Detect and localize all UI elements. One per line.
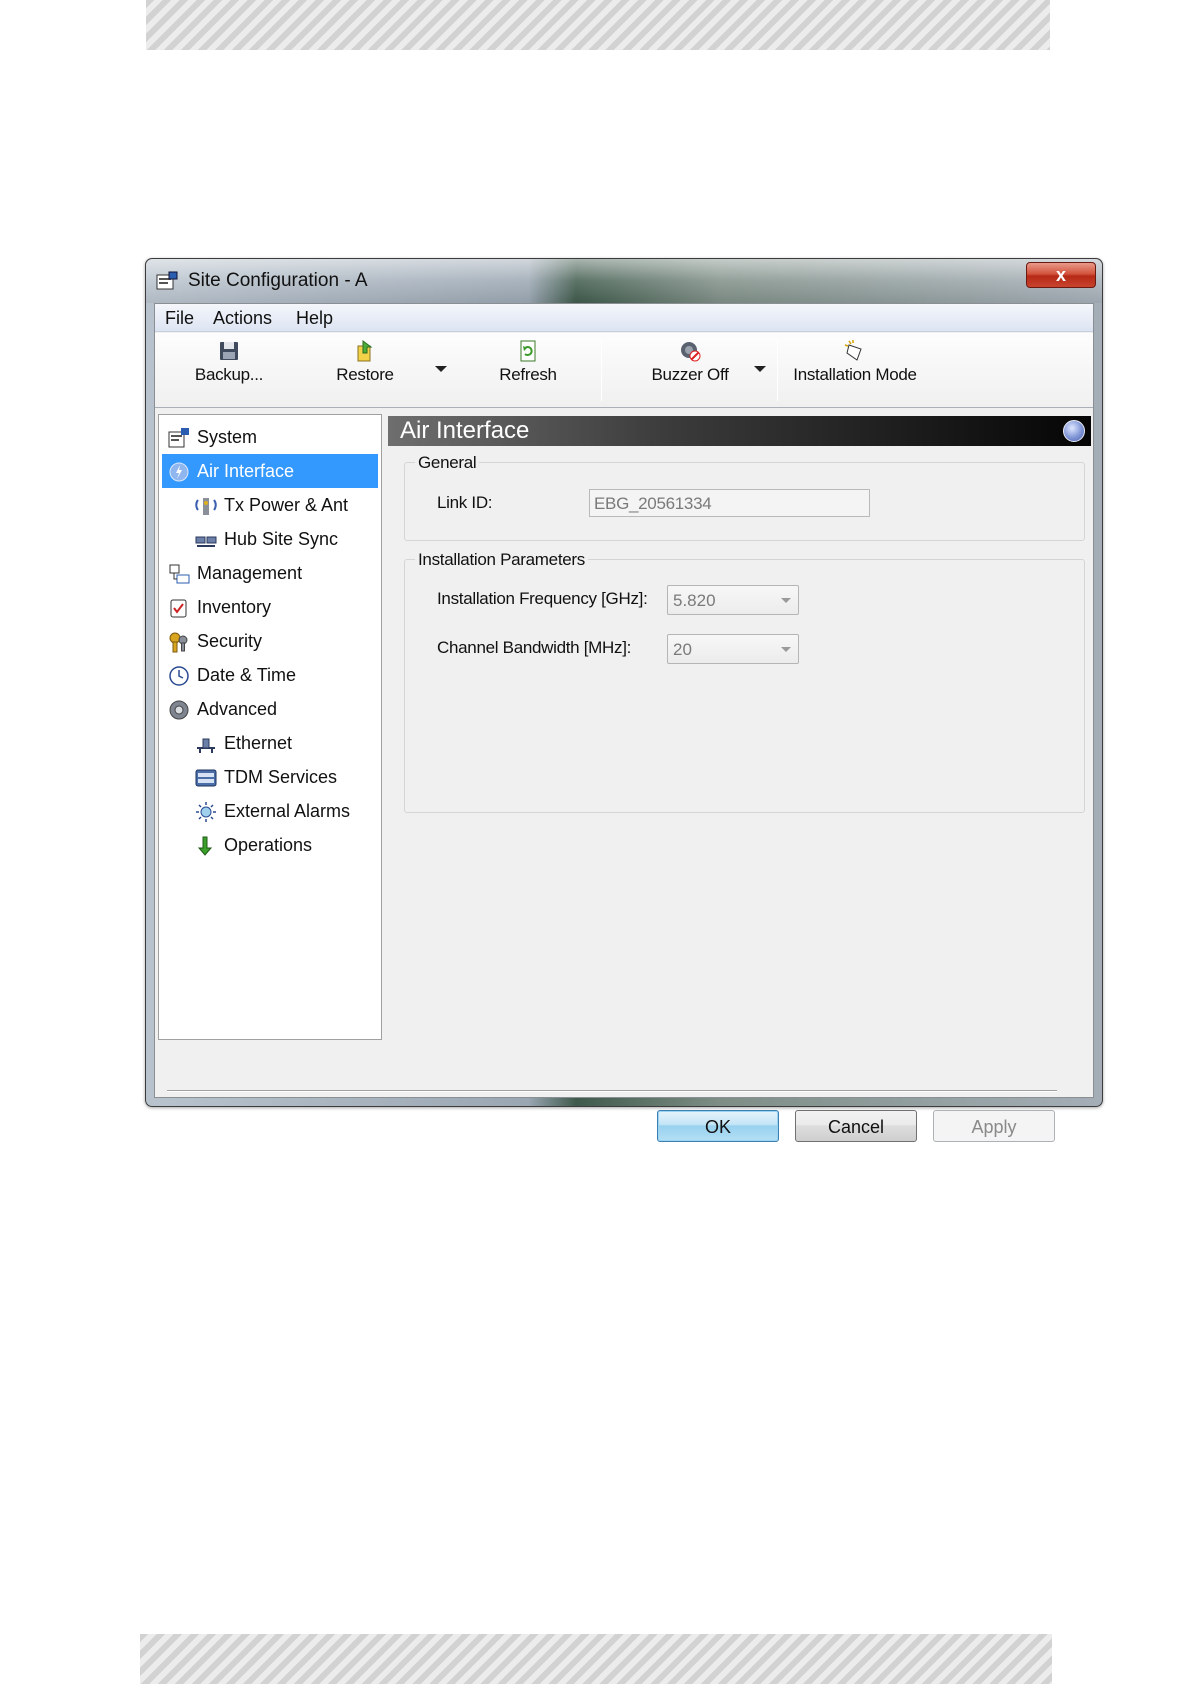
panel-title: Air Interface bbox=[400, 417, 530, 444]
link-id-field[interactable]: EBG_20561334 bbox=[589, 489, 870, 517]
air-interface-icon bbox=[169, 462, 189, 482]
menu-actions[interactable]: Actions bbox=[213, 308, 272, 329]
ok-button[interactable]: OK bbox=[657, 1110, 779, 1142]
sidebar-item-label: Inventory bbox=[197, 597, 272, 617]
restore-icon bbox=[357, 340, 373, 362]
buzzer-off-button[interactable]: Buzzer Off bbox=[645, 339, 735, 385]
tx-power-icon bbox=[195, 498, 217, 515]
installation-mode-icon bbox=[844, 340, 862, 361]
sidebar-item-label: System bbox=[197, 427, 258, 447]
toolbar-separator-2 bbox=[777, 339, 778, 401]
restore-dropdown-arrow[interactable] bbox=[435, 366, 447, 372]
sidebar-item-tdm-services[interactable]: TDM Services bbox=[162, 760, 378, 794]
channel-bandwidth-value: 20 bbox=[673, 640, 692, 659]
cancel-button[interactable]: Cancel bbox=[795, 1110, 917, 1142]
sidebar-item-ethernet[interactable]: Ethernet bbox=[162, 726, 378, 760]
installation-frequency-label: Installation Frequency [GHz]: bbox=[437, 589, 648, 608]
channel-bandwidth-select[interactable]: 20 bbox=[667, 634, 799, 664]
sidebar-item-air-interface[interactable]: Air Interface bbox=[162, 454, 378, 488]
restore-button[interactable]: Restore bbox=[330, 339, 400, 385]
apply-button[interactable]: Apply bbox=[933, 1110, 1055, 1142]
sidebar-item-label: Operations bbox=[224, 835, 313, 855]
buzzer-off-label: Buzzer Off bbox=[651, 365, 729, 384]
sidebar-item-label: Management bbox=[197, 563, 303, 583]
ethernet-icon bbox=[197, 738, 215, 753]
title-bar[interactable]: Site Configuration - A x bbox=[146, 259, 1102, 303]
sidebar-item-date-time[interactable]: Date & Time bbox=[162, 658, 378, 692]
installation-mode-label: Installation Mode bbox=[793, 365, 917, 384]
sidebar-item-label: Date & Time bbox=[197, 665, 297, 685]
sidebar-item-hub-site-sync[interactable]: Hub Site Sync bbox=[162, 522, 378, 556]
bottom-separator bbox=[167, 1090, 1057, 1092]
sidebar-item-system[interactable]: System bbox=[162, 420, 378, 454]
installation-parameters-title: Installation Parameters bbox=[415, 550, 588, 570]
clock-icon bbox=[169, 666, 189, 686]
window-client-area: File Actions Help Backup... Restore Refr… bbox=[154, 303, 1094, 1142]
close-button[interactable]: x bbox=[1026, 262, 1096, 288]
general-group-title: General bbox=[415, 453, 480, 473]
window-title: Site Configuration - A bbox=[188, 270, 368, 291]
link-id-label: Link ID: bbox=[437, 493, 493, 512]
sidebar-item-operations[interactable]: Operations bbox=[162, 828, 378, 862]
buzzer-dropdown-arrow[interactable] bbox=[754, 366, 766, 372]
floppy-disk-icon bbox=[220, 342, 238, 360]
installation-frequency-value: 5.820 bbox=[673, 591, 716, 610]
hub-sync-icon bbox=[195, 536, 217, 547]
operations-icon bbox=[197, 836, 213, 856]
menu-bar: File Actions Help bbox=[155, 304, 1093, 332]
tdm-icon bbox=[195, 769, 217, 787]
restore-label: Restore bbox=[336, 365, 394, 384]
backup-label: Backup... bbox=[194, 365, 264, 384]
buzzer-off-icon bbox=[681, 342, 701, 362]
navigation-tree: System Air Interface Tx Power & Ant Hub … bbox=[158, 414, 382, 1040]
refresh-label: Refresh bbox=[499, 365, 557, 384]
inventory-icon bbox=[170, 599, 187, 618]
system-icon bbox=[168, 428, 189, 448]
installation-frequency-select[interactable]: 5.820 bbox=[667, 585, 799, 615]
sidebar-item-management[interactable]: Management bbox=[162, 556, 378, 590]
sidebar-item-label: Security bbox=[197, 631, 263, 651]
top-hatch-band bbox=[146, 0, 1050, 50]
security-icon bbox=[169, 632, 188, 653]
menu-help[interactable]: Help bbox=[296, 308, 333, 329]
air-interface-badge-icon bbox=[1063, 420, 1085, 442]
chevron-down-icon bbox=[781, 598, 791, 603]
gear-icon bbox=[169, 700, 189, 720]
alarm-icon bbox=[196, 802, 216, 822]
menu-file[interactable]: File bbox=[165, 308, 194, 329]
sidebar-item-label: Air Interface bbox=[197, 461, 295, 481]
sidebar-item-external-alarms[interactable]: External Alarms bbox=[162, 794, 378, 828]
sidebar-item-label: Tx Power & Ant bbox=[224, 495, 349, 515]
channel-bandwidth-label: Channel Bandwidth [MHz]: bbox=[437, 638, 632, 657]
sidebar-item-security[interactable]: Security bbox=[162, 624, 378, 658]
bottom-hatch-band bbox=[140, 1634, 1052, 1684]
refresh-button[interactable]: Refresh bbox=[493, 339, 563, 385]
installation-parameters-group: Installation Parameters Installation Fre… bbox=[404, 550, 1085, 813]
management-icon bbox=[169, 564, 190, 584]
air-interface-panel: Air Interface General Link ID: EBG_20561… bbox=[388, 414, 1091, 1040]
refresh-icon bbox=[520, 340, 536, 362]
installation-mode-button[interactable]: Installation Mode bbox=[791, 339, 919, 385]
sidebar-item-label: Ethernet bbox=[224, 733, 293, 753]
general-group: General Link ID: EBG_20561334 bbox=[404, 453, 1085, 541]
backup-button[interactable]: Backup... bbox=[189, 339, 269, 385]
panel-header: Air Interface bbox=[388, 416, 1091, 446]
toolbar: Backup... Restore Refresh Buzzer Off Ins… bbox=[155, 333, 1093, 408]
site-configuration-window: Site Configuration - A x File Actions He… bbox=[145, 258, 1103, 1142]
sidebar-item-label: External Alarms bbox=[224, 801, 351, 821]
sidebar-item-tx-power[interactable]: Tx Power & Ant bbox=[162, 488, 378, 522]
chevron-down-icon bbox=[781, 647, 791, 652]
sidebar-item-advanced[interactable]: Advanced bbox=[162, 692, 378, 726]
sidebar-item-inventory[interactable]: Inventory bbox=[162, 590, 378, 624]
sidebar-item-label: Advanced bbox=[197, 699, 278, 719]
window-config-icon bbox=[156, 271, 178, 290]
toolbar-separator bbox=[601, 339, 602, 401]
sidebar-item-label: TDM Services bbox=[224, 767, 338, 787]
sidebar-item-label: Hub Site Sync bbox=[224, 529, 339, 549]
